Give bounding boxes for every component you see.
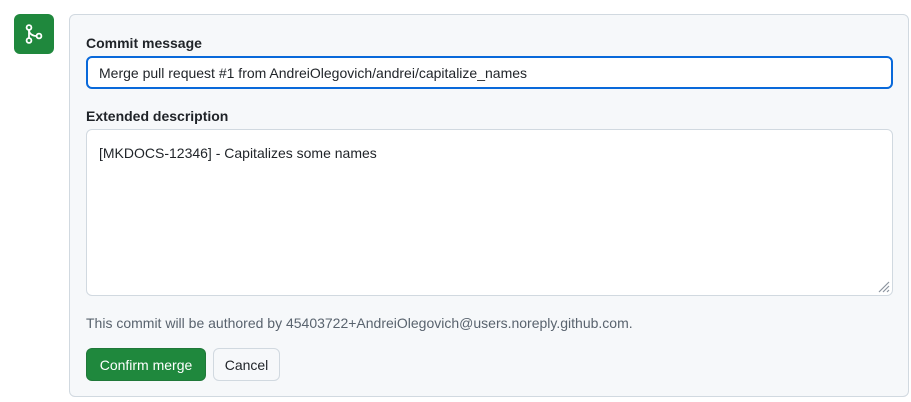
extended-description-label: Extended description (86, 108, 229, 124)
commit-message-label: Commit message (86, 35, 202, 51)
git-merge-icon-glyph (25, 24, 43, 44)
resize-grip-icon[interactable] (876, 279, 890, 293)
cancel-button[interactable]: Cancel (213, 348, 280, 381)
confirm-merge-button[interactable]: Confirm merge (86, 348, 206, 381)
extended-description-textarea[interactable]: [MKDOCS-12346] - Capitalizes some names (86, 129, 893, 296)
merge-form: Commit message Extended description [MKD… (69, 14, 909, 397)
commit-author-note: This commit will be authored by 45403722… (86, 315, 633, 331)
git-merge-icon (14, 14, 54, 54)
commit-message-input[interactable] (86, 56, 893, 89)
